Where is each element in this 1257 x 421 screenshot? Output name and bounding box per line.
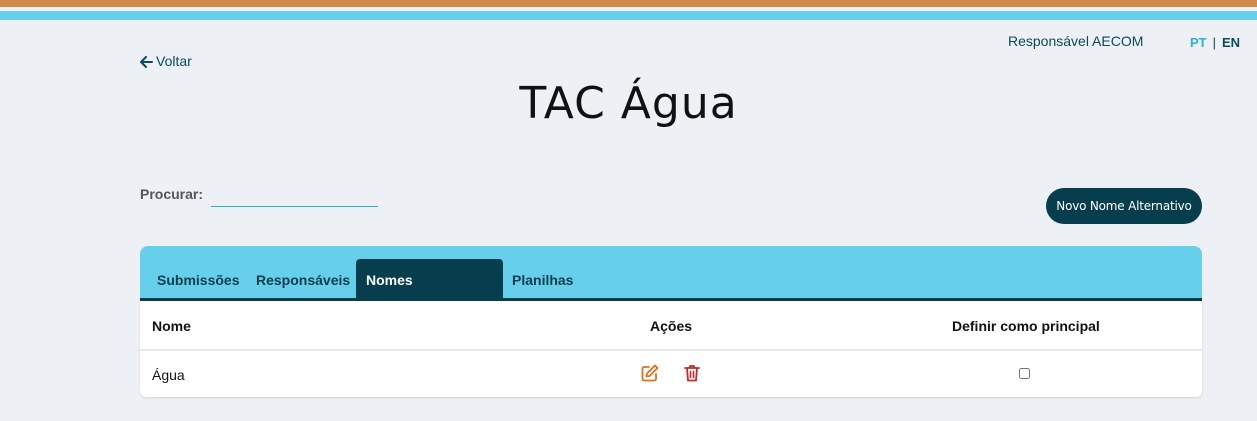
column-header-nome: Nome — [152, 318, 191, 334]
column-header-definir-principal: Definir como principal — [952, 318, 1100, 334]
search-label: Procurar: — [140, 186, 204, 202]
alternative-names-table: Nome Ações Definir como principal Água — [140, 301, 1202, 397]
tab-planilhas[interactable]: Planilhas — [502, 259, 583, 301]
user-role-label[interactable]: Responsável AECOM — [1008, 33, 1143, 49]
tab-bar: Submissões Responsáveis Nomes alternativ… — [140, 246, 1202, 330]
page-title: TAC Água — [519, 78, 738, 129]
trash-icon[interactable] — [682, 363, 702, 383]
tab-submissoes[interactable]: Submissões — [147, 259, 249, 301]
content-card: Submissões Responsáveis Nomes alternativ… — [140, 246, 1202, 397]
top-accent-stripe-orange — [0, 0, 1257, 7]
set-principal-checkbox[interactable] — [1019, 368, 1030, 379]
tab-nomes-alternativos[interactable]: Nomes alternativos — [356, 259, 503, 330]
language-switcher: PT | EN — [1190, 35, 1240, 50]
back-label: Voltar — [156, 53, 192, 69]
column-header-acoes: Ações — [650, 318, 693, 334]
new-alternative-name-button[interactable]: Novo Nome Alternativo — [1046, 188, 1202, 224]
tab-responsaveis[interactable]: Responsáveis — [246, 259, 360, 301]
search-input[interactable] — [211, 184, 378, 207]
lang-en-link[interactable]: EN — [1222, 35, 1240, 50]
table-row: Água — [140, 351, 1202, 397]
top-accent-stripe-blue — [0, 11, 1257, 20]
arrow-left-icon — [140, 56, 153, 68]
edit-icon[interactable] — [640, 363, 660, 383]
row-name-cell: Água — [152, 367, 185, 383]
lang-pt-link[interactable]: PT — [1190, 35, 1207, 50]
lang-separator: | — [1212, 35, 1217, 50]
table-header: Nome Ações Definir como principal — [140, 301, 1202, 351]
back-link[interactable]: Voltar — [140, 53, 192, 69]
